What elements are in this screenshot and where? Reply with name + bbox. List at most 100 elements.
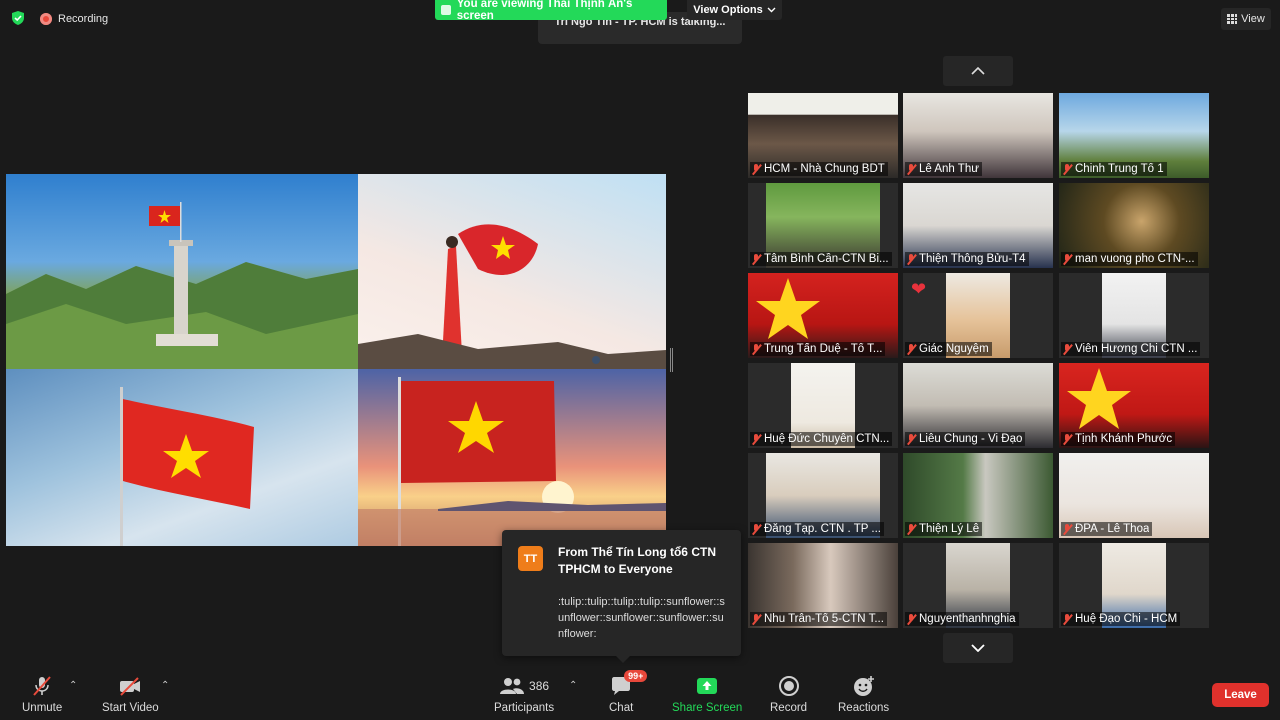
- recording-dot-icon: [40, 13, 52, 25]
- shared-screen: [6, 174, 666, 546]
- chat-sender-line: From Thể Tín Long tổ6 CTN TPHCM to Every…: [558, 545, 716, 576]
- unmute-label: Unmute: [22, 702, 63, 714]
- participant-name-tag: Liễu Chung - Vi Đạo: [905, 432, 1026, 446]
- participant-name-tag: Giác Nguyệm: [905, 342, 992, 356]
- muted-mic-icon: [1063, 343, 1072, 355]
- view-layout-button[interactable]: View: [1221, 8, 1271, 30]
- gallery-scroll-down-button[interactable]: [943, 633, 1013, 663]
- record-button[interactable]: Record: [770, 674, 807, 714]
- muted-mic-icon: [752, 433, 761, 445]
- view-label: View: [1241, 13, 1265, 25]
- chat-notification-popup[interactable]: TT From Thể Tín Long tổ6 CTN TPHCM to Ev…: [502, 530, 741, 663]
- viewing-banner-text: You are viewing Thái Thịnh Ân's screen: [456, 0, 633, 22]
- muted-mic-icon: [907, 613, 916, 625]
- start-video-button[interactable]: Start Video: [102, 674, 159, 714]
- participant-name-tag: Nhu Trân-Tổ 5-CTN T...: [750, 612, 887, 626]
- participant-gallery: HCM - Nhà Chung BDT Lê Anh Thư Chinh Tru…: [748, 93, 1210, 629]
- participant-tile[interactable]: Liễu Chung - Vi Đạo: [903, 363, 1053, 448]
- chat-unread-badge: 99+: [624, 670, 648, 682]
- participants-label: Participants: [494, 702, 555, 714]
- muted-mic-icon: [907, 433, 916, 445]
- audio-options-caret-icon[interactable]: ⌃: [69, 680, 77, 691]
- security-shield-icon[interactable]: [10, 10, 26, 26]
- leave-label: Leave: [1224, 689, 1257, 701]
- participants-icon: [500, 678, 525, 694]
- participant-tile[interactable]: Nguyenthanhnghia: [903, 543, 1053, 628]
- participant-tile[interactable]: man vuong pho CTN-...: [1059, 183, 1209, 268]
- participant-tile[interactable]: Trung Tấn Duệ - Tổ T...: [748, 273, 898, 358]
- muted-mic-icon: [752, 523, 761, 535]
- participant-tile[interactable]: Nhu Trân-Tổ 5-CTN T...: [748, 543, 898, 628]
- sender-avatar: TT: [518, 546, 543, 571]
- chat-message-text: :tulip::tulip::tulip::tulip::sunflower::…: [558, 596, 725, 640]
- muted-mic-icon: [907, 253, 916, 265]
- participant-tile[interactable]: Lê Anh Thư: [903, 93, 1053, 178]
- zoom-meeting-window: Recording Tri Ngô Tín - TP. HCM is talki…: [0, 0, 1280, 720]
- reactions-smiley-icon: [853, 676, 874, 696]
- muted-mic-icon: [752, 613, 761, 625]
- chevron-down-icon: [971, 644, 985, 652]
- participant-tile[interactable]: ❤ Giác Nguyệm: [903, 273, 1053, 358]
- chat-button[interactable]: 99+ Chat: [609, 670, 648, 714]
- participant-name-tag: Tâm Bình Cần-CTN Bi...: [750, 252, 892, 266]
- muted-mic-icon: [907, 343, 916, 355]
- recording-indicator[interactable]: Recording: [40, 10, 108, 28]
- view-options-button[interactable]: View Options: [687, 0, 782, 20]
- share-screen-button[interactable]: Share Screen: [672, 674, 742, 714]
- participant-name-tag: Huệ Đức Chuyên CTN...: [750, 432, 893, 446]
- participant-name-tag: Huệ Đạo Chi - HCM: [1061, 612, 1181, 626]
- video-off-icon: [120, 677, 141, 696]
- participant-name-tag: man vuong pho CTN-...: [1061, 252, 1198, 266]
- muted-mic-icon: [907, 523, 916, 535]
- participant-name-tag: ĐPA - Lê Thoa: [1061, 522, 1153, 536]
- participant-tile[interactable]: Chinh Trung Tổ 1: [1059, 93, 1209, 178]
- shared-image-flag-sky: [6, 369, 358, 546]
- participant-tile[interactable]: Tâm Bình Cần-CTN Bi...: [748, 183, 898, 268]
- share-screen-label: Share Screen: [672, 702, 743, 714]
- split-resize-handle[interactable]: [670, 348, 673, 372]
- participant-tile[interactable]: Viên Hương Chi CTN ...: [1059, 273, 1209, 358]
- leave-meeting-button[interactable]: Leave: [1212, 683, 1269, 707]
- participant-name-tag: Chinh Trung Tổ 1: [1061, 162, 1167, 176]
- view-options-label: View Options: [693, 4, 763, 16]
- participant-tile[interactable]: Đăng Tạp. CTN . TP ...: [748, 453, 898, 538]
- muted-mic-icon: [752, 253, 761, 265]
- start-video-label: Start Video: [102, 702, 159, 714]
- record-icon: [778, 676, 799, 696]
- reactions-label: Reactions: [838, 702, 890, 714]
- shared-image-woman-with-flag: [358, 174, 666, 369]
- chat-label: Chat: [609, 702, 634, 714]
- grid-view-icon: [1227, 14, 1238, 24]
- participant-name-tag: Trung Tấn Duệ - Tổ T...: [750, 342, 886, 356]
- shared-image-flag-tower: [6, 174, 358, 369]
- participant-tile[interactable]: Thiện Thông Bửu-T4: [903, 183, 1053, 268]
- recording-label: Recording: [58, 13, 109, 25]
- muted-mic-icon: [1063, 163, 1072, 175]
- muted-mic-icon: [752, 343, 761, 355]
- chevron-up-icon: [971, 67, 985, 75]
- participant-tile[interactable]: Huệ Đạo Chi - HCM: [1059, 543, 1209, 628]
- reactions-button[interactable]: Reactions: [838, 674, 889, 714]
- participant-tile[interactable]: ĐPA - Lê Thoa: [1059, 453, 1209, 538]
- unmute-button[interactable]: Unmute: [22, 674, 62, 714]
- participant-tile[interactable]: Thiện Lý Lê: [903, 453, 1053, 538]
- muted-mic-icon: [1063, 253, 1072, 265]
- participants-count: 386: [529, 679, 550, 693]
- participant-tile[interactable]: HCM - Nhà Chung BDT: [748, 93, 898, 178]
- heart-reaction-icon: ❤: [911, 279, 927, 299]
- video-options-caret-icon[interactable]: ⌃: [161, 680, 169, 691]
- gallery-scroll-up-button[interactable]: [943, 56, 1013, 86]
- participant-name-tag: Lê Anh Thư: [905, 162, 982, 176]
- participant-tile[interactable]: Huệ Đức Chuyên CTN...: [748, 363, 898, 448]
- participants-button[interactable]: 386 Participants: [494, 674, 554, 714]
- participant-name-tag: Viên Hương Chi CTN ...: [1061, 342, 1201, 356]
- muted-mic-icon: [1063, 433, 1072, 445]
- share-screen-icon: [697, 678, 718, 694]
- participant-name-tag: HCM - Nhà Chung BDT: [750, 162, 888, 176]
- participant-name-tag: Thiện Lý Lê: [905, 522, 983, 536]
- participant-name-tag: Nguyenthanhnghia: [905, 612, 1019, 626]
- muted-mic-icon: [752, 163, 761, 175]
- participant-tile[interactable]: Tịnh Khánh Phước: [1059, 363, 1209, 448]
- viewing-screen-banner: You are viewing Thái Thịnh Ân's screen: [435, 0, 667, 22]
- participants-options-caret-icon[interactable]: ⌃: [569, 680, 577, 691]
